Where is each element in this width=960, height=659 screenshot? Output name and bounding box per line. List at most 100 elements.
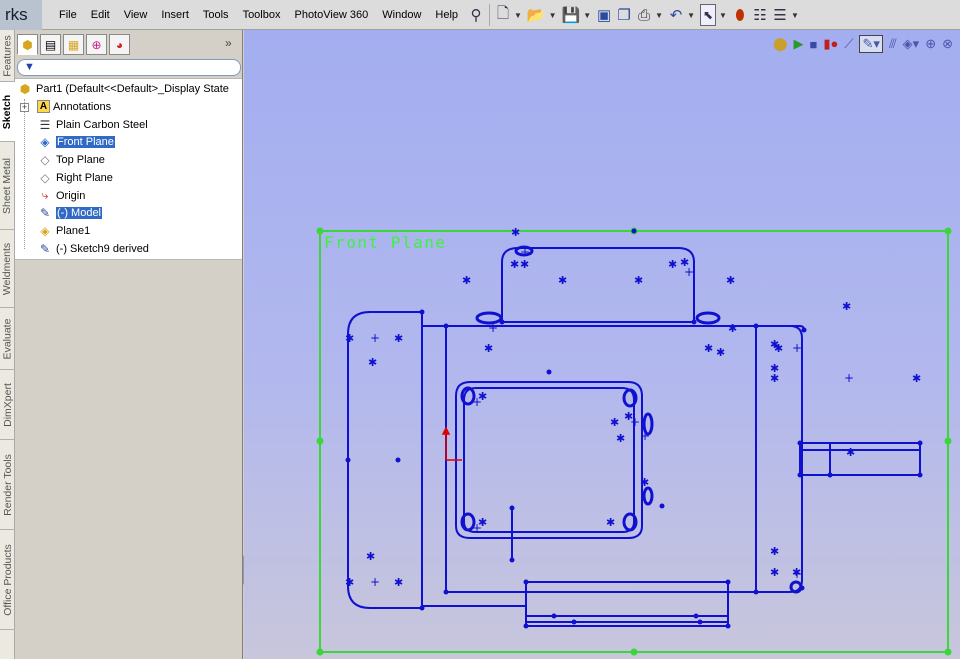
svg-text:+: + xyxy=(370,331,380,345)
svg-text:✱: ✱ xyxy=(511,226,520,239)
chevron-down-icon[interactable]: ▼ xyxy=(583,11,591,20)
vtab-evaluate[interactable]: Evaluate xyxy=(0,308,15,370)
menu-photoview[interactable]: PhotoView 360 xyxy=(287,0,375,30)
plane-icon: ◇ xyxy=(40,170,50,185)
menu-view[interactable]: View xyxy=(117,0,155,30)
vtab-weldments[interactable]: Weldments xyxy=(0,230,15,308)
app-title: rks xyxy=(0,0,42,30)
svg-text:✱: ✱ xyxy=(640,476,649,489)
more-tabs-button[interactable]: » xyxy=(225,36,232,50)
svg-text:+: + xyxy=(640,429,650,443)
origin-marker xyxy=(441,426,462,461)
vtab-sheet-metal[interactable]: Sheet Metal xyxy=(0,142,15,230)
sketch-canvas[interactable]: ✱✱✱ ✱ ✱ ✱✱ ✱ ✱✱ ✱✱ ✱✱✱✱ ✱ ✱✱✱ ✱ ✱✱✱ ✱✱✱✱ ✱✱ ✱✱ … xyxy=(244,30,960,659)
open-folder-icon[interactable]: 📂 xyxy=(527,4,546,26)
expand-annotations-button[interactable]: + xyxy=(20,103,29,112)
svg-text:✱: ✱ xyxy=(726,274,735,287)
sketch-icon: ✎ xyxy=(39,241,51,256)
menu-help[interactable]: Help xyxy=(428,0,465,30)
rebuild-traffic-light-icon[interactable]: ⬮ xyxy=(732,4,748,26)
vtab-sketch[interactable]: Sketch xyxy=(0,82,15,142)
customize-icon[interactable]: ☰ xyxy=(772,4,788,26)
print-preview-icon[interactable]: ▣ xyxy=(596,4,612,26)
chevron-down-icon[interactable]: ▼ xyxy=(655,11,663,20)
plane-label: Front Plane xyxy=(324,233,447,252)
feature-manager-tab[interactable]: ⬢ xyxy=(17,34,38,55)
svg-text:✱: ✱ xyxy=(610,416,619,429)
svg-text:✱: ✱ xyxy=(846,446,855,459)
sketch-geometry[interactable] xyxy=(347,247,921,627)
crosshair-icon: ⊕ xyxy=(91,37,102,52)
color-wheel-icon: ◕ xyxy=(115,37,124,52)
display-manager-tab[interactable]: ◕ xyxy=(109,34,130,55)
tree-item-top-plane[interactable]: ◇ Top Plane xyxy=(37,151,105,168)
vtab-features[interactable]: Features xyxy=(0,30,15,82)
part-icon: ⬢ xyxy=(19,81,31,96)
svg-text:+: + xyxy=(792,341,802,355)
title-menu-bar: rks File Edit View Insert Tools Toolbox … xyxy=(0,0,960,30)
tree-item-right-plane[interactable]: ◇ Right Plane xyxy=(37,169,113,186)
configuration-manager-tab[interactable]: ▦ xyxy=(63,34,84,55)
save-icon[interactable]: 💾 xyxy=(562,4,581,26)
vtab-office-products[interactable]: Office Products xyxy=(0,530,15,630)
tree-item-part[interactable]: ⬢ Part1 (Default<<Default>_Display State xyxy=(17,80,229,97)
chevron-down-icon[interactable]: ▼ xyxy=(687,11,695,20)
tree-item-material[interactable]: ☰ Plain Carbon Steel xyxy=(37,116,148,133)
property-manager-tab[interactable]: ▤ xyxy=(40,34,61,55)
svg-text:+: + xyxy=(472,395,482,409)
menu-toolbox[interactable]: Toolbox xyxy=(236,0,288,30)
chevron-down-icon[interactable]: ▼ xyxy=(791,11,799,20)
svg-text:✱: ✱ xyxy=(484,342,493,355)
svg-text:✱: ✱ xyxy=(394,332,403,345)
manager-tabs: ⬢ ▤ ▦ ⊕ ◕ xyxy=(17,34,132,56)
svg-text:✱: ✱ xyxy=(704,342,713,355)
vtab-dimxpert[interactable]: DimXpert xyxy=(0,370,15,440)
svg-text:+: + xyxy=(520,245,530,259)
command-manager-tabs: Features Sketch Sheet Metal Weldments Ev… xyxy=(0,30,15,659)
tree-connector xyxy=(24,99,25,249)
svg-text:✱: ✱ xyxy=(668,258,677,271)
menu-window[interactable]: Window xyxy=(375,0,428,30)
options-icon[interactable]: ☷ xyxy=(752,4,768,26)
new-document-icon[interactable]: 🗋 xyxy=(495,4,511,26)
svg-text:✱: ✱ xyxy=(520,258,529,271)
menu-edit[interactable]: Edit xyxy=(84,0,117,30)
svg-text:✱: ✱ xyxy=(345,332,354,345)
tree-item-annotations[interactable]: A Annotations xyxy=(37,98,111,115)
filter-icon: ▼ xyxy=(24,61,35,73)
svg-text:✱: ✱ xyxy=(462,274,471,287)
menu-tools[interactable]: Tools xyxy=(196,0,236,30)
menu-file[interactable]: File xyxy=(52,0,84,30)
tree-item-front-plane[interactable]: ◈ Front Plane xyxy=(37,133,115,150)
menu-insert[interactable]: Insert xyxy=(154,0,196,30)
sketch-icon: ✎ xyxy=(39,205,51,220)
tree-item-sketch9-derived[interactable]: ✎ (-) Sketch9 derived xyxy=(37,240,149,257)
print-icon[interactable]: ⎙ xyxy=(636,4,652,26)
tree-filter-input[interactable]: ▼ xyxy=(17,59,241,76)
material-icon: ☰ xyxy=(39,117,51,132)
tree-item-model-sketch[interactable]: ✎ (-) Model xyxy=(37,204,103,221)
tree-item-origin[interactable]: ⤷ Origin xyxy=(37,187,86,204)
tree-item-plane1[interactable]: ◈ Plane1 xyxy=(37,222,90,239)
svg-text:✱: ✱ xyxy=(394,576,403,589)
chevron-down-icon[interactable]: ▼ xyxy=(549,11,557,20)
select-arrow-icon[interactable]: ⬉ xyxy=(699,4,717,26)
configuration-icon: ▦ xyxy=(67,37,80,52)
chevron-down-icon[interactable]: ▼ xyxy=(719,11,727,20)
svg-text:✱: ✱ xyxy=(716,346,725,359)
svg-text:✱: ✱ xyxy=(728,322,737,335)
svg-text:✱: ✱ xyxy=(368,356,377,369)
chevron-down-icon[interactable]: ▼ xyxy=(514,11,522,20)
pin-icon[interactable]: ⚲ xyxy=(468,4,484,26)
svg-text:+: + xyxy=(792,567,802,581)
svg-text:+: + xyxy=(370,575,380,589)
vtab-render-tools[interactable]: Render Tools xyxy=(0,440,15,530)
svg-text:✱: ✱ xyxy=(345,576,354,589)
graphics-area[interactable]: ⬤ ▶ ■ ▮● ⟋ ✎▾ ⫻ ◈▾ ⊕ ⊗ ✱ ✱ ✱ ✱ ✱ ✱ ✱ ✱ ✱… xyxy=(244,30,960,659)
dimxpert-manager-tab[interactable]: ⊕ xyxy=(86,34,107,55)
copy-icon[interactable]: ❐ xyxy=(616,4,632,26)
undo-icon[interactable]: ↶ xyxy=(668,4,684,26)
part-icon: ⬢ xyxy=(22,37,33,52)
feature-tree: + ⬢ Part1 (Default<<Default>_Display Sta… xyxy=(15,78,242,260)
svg-text:+: + xyxy=(472,521,482,535)
